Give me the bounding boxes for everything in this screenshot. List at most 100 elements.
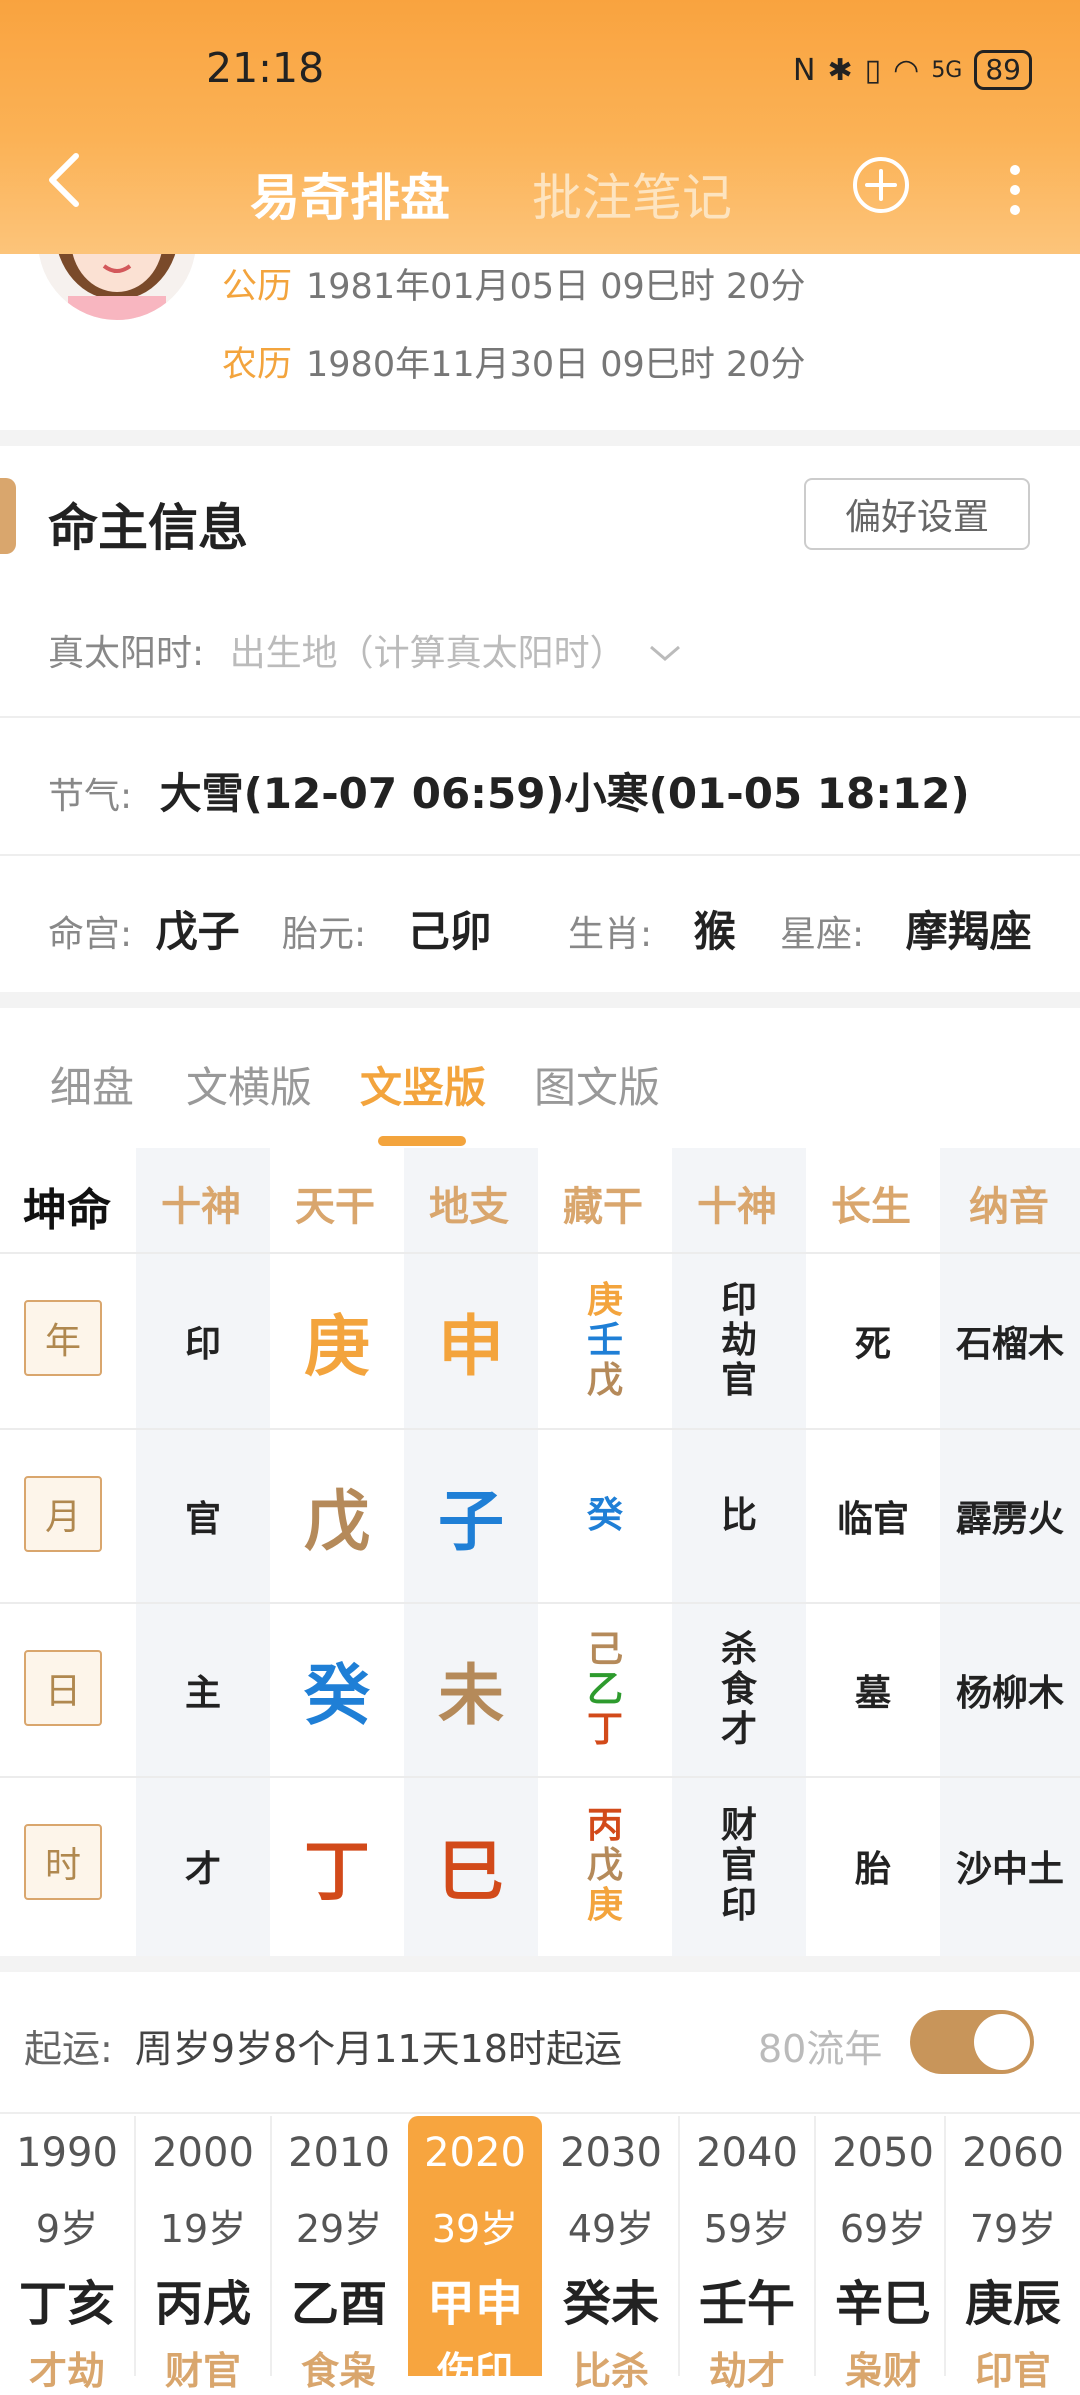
lunar-date-row: 农历 1980年11月30日 09巳时 20分 xyxy=(222,336,805,387)
row-tag-month[interactable]: 月 xyxy=(24,1476,102,1552)
cell-nayin: 杨柳木 xyxy=(955,1673,1064,1714)
dayun-year: 2030 xyxy=(560,2130,662,2176)
section-title: 命主信息 xyxy=(48,499,248,557)
add-button[interactable] xyxy=(852,156,910,214)
xingzuo-label: 星座: xyxy=(780,914,865,955)
shengxiao-row: 生肖: 猴 xyxy=(568,898,736,959)
cell-canggan: 丙 戊 庚 xyxy=(538,1778,672,1954)
liunian-toggle[interactable] xyxy=(910,2010,1034,2074)
header-shishen-2: 十神 xyxy=(697,1184,777,1230)
dayun-item[interactable]: 2030 49岁 癸未 比杀 xyxy=(544,2116,678,2393)
cell-tiangan: 丁 xyxy=(304,1833,370,1910)
tab-pizhu-biji[interactable]: 批注笔记 xyxy=(532,158,732,230)
taiyuan-value: 己卯 xyxy=(407,907,492,956)
dayun-ganzhi: 癸未 xyxy=(562,2276,659,2332)
dayun-ganzhi: 壬午 xyxy=(698,2276,795,2332)
dayun-age: 49岁 xyxy=(567,2207,655,2251)
dayun-ganzhi: 庚辰 xyxy=(964,2276,1061,2332)
row-tag-year[interactable]: 年 xyxy=(24,1300,102,1376)
status-time: 21:18 xyxy=(206,44,325,92)
cell-shishen-2: 财 官 印 xyxy=(672,1778,806,1954)
dayun-item[interactable]: 2040 59岁 壬午 劫才 xyxy=(680,2116,814,2393)
cell-shishen: 才 xyxy=(184,1849,221,1890)
tab-xipan[interactable]: 细盘 xyxy=(50,1054,134,1115)
lunar-value: 1980年11月30日 09巳时 20分 xyxy=(306,345,806,385)
dayun-age: 19岁 xyxy=(159,2207,247,2251)
dayun-item[interactable]: 2010 29岁 乙酉 食枭 xyxy=(272,2116,406,2393)
more-menu-button[interactable] xyxy=(1000,160,1030,220)
solar-date-row: 公历 1981年01月05日 09巳时 20分 xyxy=(222,258,805,309)
header-canggan: 藏干 xyxy=(563,1184,643,1230)
jieqi-label: 节气: xyxy=(48,776,133,817)
cell-shishen-2: 杀 食 才 xyxy=(672,1604,806,1776)
cell-changsheng: 临官 xyxy=(836,1499,909,1540)
cell-shishen-2: 印 劫 官 xyxy=(672,1254,806,1428)
wifi-icon: ◠ xyxy=(893,52,920,88)
dayun-age: 79岁 xyxy=(969,2207,1057,2251)
top-app-bar: 21:18 N ✱ ▯ ◠ 5G 89 易奇排盘 批注笔记 xyxy=(0,0,1080,254)
dayun-item-current[interactable]: 2020 39岁 甲申 伤印 xyxy=(408,2116,542,2393)
dayun-age: 9岁 xyxy=(35,2207,99,2251)
cell-canggan: 癸 xyxy=(538,1430,672,1602)
bluetooth-icon: ✱ xyxy=(827,52,853,88)
header-tiangan: 天干 xyxy=(295,1184,375,1230)
canggan-char: 壬 xyxy=(586,1320,623,1361)
tab-yiqi-paipan[interactable]: 易奇排盘 xyxy=(250,158,450,230)
row-divider xyxy=(0,854,1080,856)
more-vertical-icon xyxy=(1010,165,1020,215)
shishen-char: 劫 xyxy=(720,1320,757,1361)
shishen-char: 食 xyxy=(720,1669,757,1710)
tab-tuwen[interactable]: 图文版 xyxy=(534,1054,660,1115)
lunar-label: 农历 xyxy=(222,345,293,385)
cell-shishen: 主 xyxy=(184,1673,221,1714)
row-tag-day[interactable]: 日 xyxy=(24,1650,102,1726)
dayun-item[interactable]: 2050 69岁 辛巳 枭财 xyxy=(816,2116,950,2393)
dayun-year: 1990 xyxy=(16,2130,118,2176)
shishen-char: 官 xyxy=(720,1845,757,1886)
cell-canggan: 己 乙 丁 xyxy=(538,1604,672,1776)
cell-nayin: 沙中土 xyxy=(955,1849,1064,1890)
chevron-down-icon xyxy=(650,645,681,661)
dayun-age: 39岁 xyxy=(431,2207,519,2251)
true-solar-label: 真太阳时: xyxy=(48,633,205,674)
shishen-char: 官 xyxy=(720,1360,757,1401)
taiyuan-row: 胎元: 己卯 xyxy=(282,898,492,959)
tab-wenshu[interactable]: 文竖版 xyxy=(360,1054,486,1115)
canggan-char: 癸 xyxy=(586,1495,623,1536)
dayun-ganzhi: 辛巳 xyxy=(834,2276,931,2332)
cell-canggan: 庚 壬 戊 xyxy=(538,1254,672,1428)
header-dizhi: 地支 xyxy=(429,1184,509,1230)
solar-value: 1981年01月05日 09巳时 20分 xyxy=(306,267,806,307)
dayun-year: 2000 xyxy=(152,2130,254,2176)
row-divider xyxy=(0,716,1080,718)
plus-circle-icon xyxy=(853,157,909,213)
dayun-shishen: 才劫 xyxy=(28,2349,105,2393)
status-icons: N ✱ ▯ ◠ 5G 89 xyxy=(793,50,1032,90)
header-changsheng: 长生 xyxy=(831,1184,911,1230)
active-tab-indicator xyxy=(378,1136,466,1146)
dayun-item[interactable]: 1990 9岁 丁亥 才劫 xyxy=(0,2116,134,2393)
toggle-knob xyxy=(974,2014,1030,2070)
dayun-item[interactable]: 2060 79岁 庚辰 印官 xyxy=(946,2116,1080,2393)
cell-dizhi: 巳 xyxy=(438,1833,504,1910)
nfc-icon: N xyxy=(793,52,816,88)
tab-wenheng[interactable]: 文横版 xyxy=(186,1054,312,1115)
shishen-char: 比 xyxy=(720,1495,757,1536)
dayun-item[interactable]: 2000 19岁 丙戌 财官 xyxy=(136,2116,270,2393)
dayun-ganzhi: 乙酉 xyxy=(290,2276,387,2332)
jieqi-row: 节气: 大雪(12-07 06:59)小寒(01-05 18:12) xyxy=(48,760,970,821)
dayun-shishen: 财官 xyxy=(164,2349,241,2393)
row-tag-hour[interactable]: 时 xyxy=(24,1824,102,1900)
preference-settings-button[interactable]: 偏好设置 xyxy=(804,478,1030,550)
canggan-char: 庚 xyxy=(586,1280,623,1321)
back-button[interactable] xyxy=(44,150,84,210)
true-solar-time-row[interactable]: 真太阳时: 出生地（计算真太阳时） xyxy=(48,624,683,676)
section-divider xyxy=(0,430,1080,446)
birthplace-select[interactable]: 出生地（计算真太阳时） xyxy=(230,633,626,674)
cell-dizhi: 子 xyxy=(438,1483,504,1560)
dayun-shishen: 食枭 xyxy=(300,2349,377,2393)
dayun-shishen: 枭财 xyxy=(844,2349,921,2393)
battery-indicator: 89 xyxy=(974,50,1032,90)
bazi-grid: 坤命 十神 天干 地支 藏干 十神 长生 纳音 年 印 庚 申 庚 壬 戊 印 … xyxy=(0,1148,1080,1956)
shishen-char: 才 xyxy=(720,1709,757,1750)
